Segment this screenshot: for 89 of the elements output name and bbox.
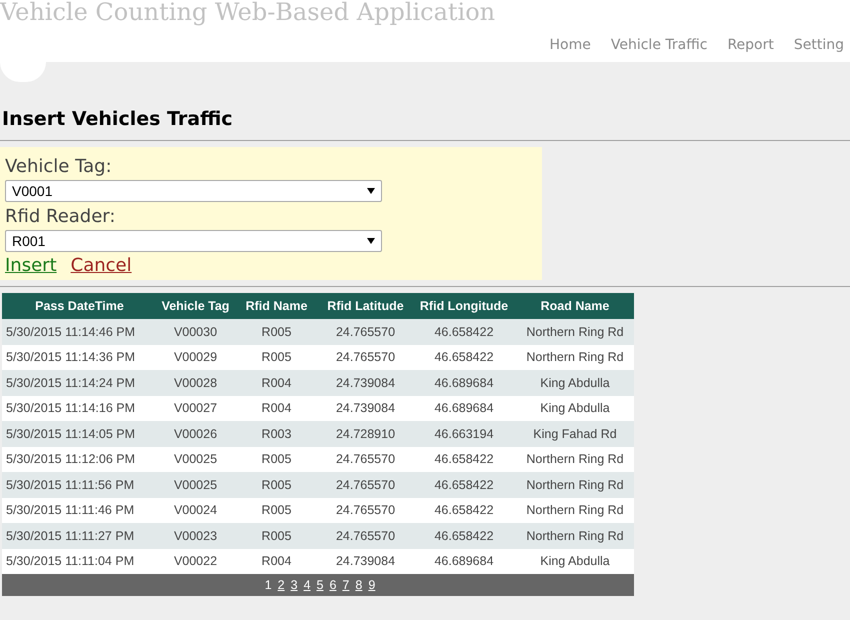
table-cell: R005: [234, 319, 319, 344]
table-cell: Northern Ring Rd: [516, 446, 634, 472]
table-cell: R005: [234, 446, 319, 472]
page-link[interactable]: 1: [264, 578, 272, 592]
table-cell: Northern Ring Rd: [516, 472, 634, 498]
table-cell: 24.765570: [319, 472, 412, 498]
table-cell: 24.728910: [319, 421, 412, 446]
nav-link[interactable]: Vehicle Traffic: [610, 37, 708, 53]
table-cell: 24.739084: [319, 548, 412, 574]
column-header: Rfid Longitude: [412, 293, 516, 319]
table-cell: 5/30/2015 11:14:36 PM: [2, 344, 157, 370]
table-cell: 5/30/2015 11:14:05 PM: [2, 421, 157, 446]
table-cell: V00026: [157, 421, 234, 446]
column-header: Vehicle Tag: [157, 293, 234, 319]
table-cell: R005: [234, 344, 319, 370]
nav-link[interactable]: Home: [550, 37, 591, 53]
table-cell: R004: [234, 396, 319, 421]
table-cell: Northern Ring Rd: [516, 498, 634, 523]
table-cell: 24.765570: [319, 523, 412, 548]
page-link[interactable]: 8: [355, 578, 362, 592]
table-cell: V00022: [157, 548, 234, 574]
field-label: Vehicle Tag:: [5, 155, 113, 179]
dropdown[interactable]: V0001: [5, 180, 382, 202]
table-cell: R005: [234, 498, 319, 523]
page-link[interactable]: 3: [290, 578, 298, 592]
table-cell: R004: [234, 370, 319, 396]
table-cell: 24.739084: [319, 396, 412, 421]
app-title: Vehicle Counting Web-Based Application: [0, 0, 496, 26]
table-cell: 46.658422: [412, 446, 516, 472]
table-cell: 5/30/2015 11:14:16 PM: [2, 396, 157, 421]
table-cell: 5/30/2015 11:11:27 PM: [2, 523, 157, 548]
column-header: Road Name: [516, 293, 634, 319]
table-cell: Northern Ring Rd: [516, 523, 634, 548]
page-link[interactable]: 9: [368, 578, 376, 592]
table-cell: 24.765570: [319, 319, 412, 344]
table-cell: V00025: [157, 446, 234, 472]
table-cell: V00029: [157, 344, 234, 370]
table-cell: 46.658422: [412, 472, 516, 498]
table-cell: King Fahad Rd: [516, 421, 634, 446]
nav-link[interactable]: Setting: [794, 37, 844, 53]
field-label: Rfid Reader:: [5, 205, 116, 229]
table-cell: 46.658422: [412, 498, 516, 523]
table-cell: 46.658422: [412, 319, 516, 344]
table-cell: Northern Ring Rd: [516, 319, 634, 344]
caret-icon: [367, 238, 375, 244]
page-link[interactable]: 7: [342, 578, 350, 592]
table-cell: Northern Ring Rd: [516, 344, 634, 370]
table-cell: 46.663194: [412, 421, 516, 446]
table-cell: 24.765570: [319, 446, 412, 472]
table-cell: King Abdulla: [516, 396, 634, 421]
table-cell: 5/30/2015 11:11:56 PM: [2, 472, 157, 498]
table-cell: 5/30/2015 11:14:24 PM: [2, 370, 157, 396]
table-cell: V00027: [157, 396, 234, 421]
page-link[interactable]: 5: [316, 578, 324, 592]
table-cell: 46.689684: [412, 548, 516, 574]
table-cell: V00023: [157, 523, 234, 548]
table-cell: 24.739084: [319, 370, 412, 396]
table-cell: V00024: [157, 498, 234, 523]
table-cell: 24.765570: [319, 344, 412, 370]
page-link[interactable]: 4: [304, 578, 311, 592]
page-link[interactable]: 2: [278, 578, 285, 592]
table-cell: 46.689684: [412, 370, 516, 396]
dropdown[interactable]: R001: [5, 230, 382, 252]
caret-icon: [367, 188, 375, 194]
column-header: Pass DateTime: [2, 293, 157, 319]
table-cell: King Abdulla: [516, 370, 634, 396]
table-cell: R003: [234, 421, 319, 446]
table-cell: 5/30/2015 11:12:06 PM: [2, 446, 157, 472]
page-link[interactable]: 6: [329, 578, 336, 592]
table-cell: 46.658422: [412, 523, 516, 548]
table-cell: R005: [234, 523, 319, 548]
column-header: Rfid Latitude: [319, 293, 412, 319]
table-cell: V00028: [157, 370, 234, 396]
column-header: Rfid Name: [234, 293, 319, 319]
table-cell: King Abdulla: [516, 548, 634, 574]
table-cell: V00025: [157, 472, 234, 498]
table-cell: R005: [234, 472, 319, 498]
table-cell: 46.689684: [412, 396, 516, 421]
table-cell: 5/30/2015 11:11:04 PM: [2, 548, 157, 574]
table-cell: R004: [234, 548, 319, 574]
insert-link[interactable]: Insert: [5, 255, 57, 276]
page-title: Insert Vehicles Traffic: [2, 108, 234, 132]
nav-link[interactable]: Report: [727, 37, 774, 53]
table-cell: 46.658422: [412, 344, 516, 370]
cancel-link[interactable]: Cancel: [70, 255, 132, 276]
table-cell: 5/30/2015 11:11:46 PM: [2, 498, 157, 523]
table-cell: 24.765570: [319, 498, 412, 523]
table-cell: V00030: [157, 319, 234, 344]
table-cell: 5/30/2015 11:14:46 PM: [2, 319, 157, 344]
